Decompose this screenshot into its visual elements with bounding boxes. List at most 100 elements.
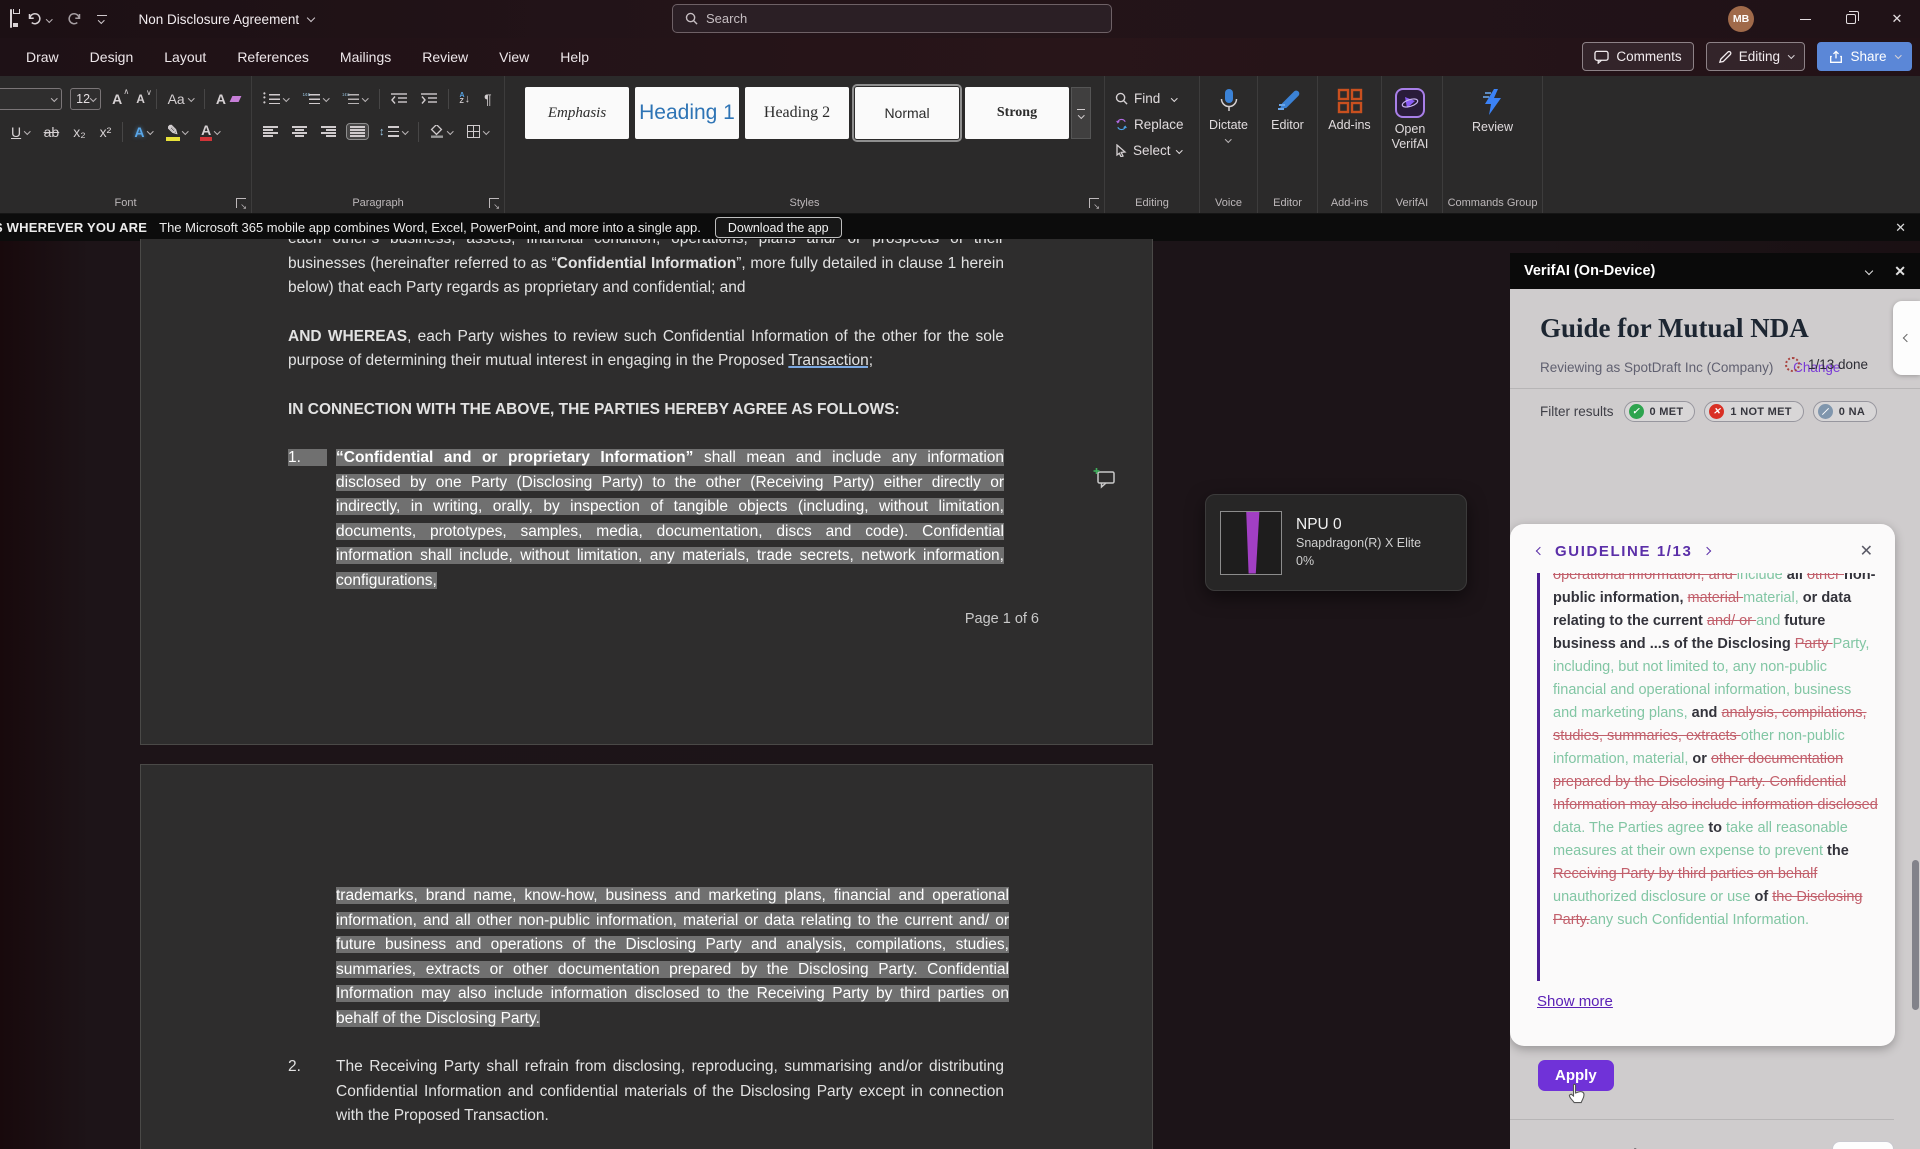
font-dialog-launcher[interactable] (236, 198, 246, 208)
filter-pill[interactable]: ✕1 NOT MET (1704, 401, 1803, 422)
ribbon-tab[interactable]: View (499, 49, 529, 65)
editing-mode-button[interactable]: Editing (1706, 42, 1806, 71)
show-more-link[interactable]: Show more (1537, 993, 1613, 1010)
redline-segment: include (1737, 573, 1787, 583)
ribbon-tab[interactable]: Help (560, 49, 589, 65)
add-comment-icon[interactable] (1093, 467, 1117, 489)
add-comment-button[interactable]: Add (1832, 1141, 1894, 1149)
avatar[interactable]: MB (1728, 6, 1754, 32)
review-command-button[interactable]: Review (1443, 85, 1542, 135)
filter-pills: ✓0 MET ✕1 NOT MET 0 NA (1624, 401, 1878, 422)
clear-formatting-button[interactable]: A (213, 90, 243, 108)
editor-pencil-icon (1275, 88, 1301, 114)
microphone-icon (1218, 88, 1240, 114)
ribbon-tab[interactable]: Layout (164, 49, 206, 65)
search-input[interactable]: Search (672, 4, 1112, 33)
paragraph-dialog-launcher[interactable] (489, 198, 499, 208)
undo-button[interactable] (26, 11, 52, 27)
save-icon[interactable] (10, 10, 12, 28)
grow-font-button[interactable]: A∧ (109, 90, 125, 108)
style-card[interactable]: Normal (855, 87, 959, 139)
align-right-icon (321, 126, 336, 137)
open-verifai-button[interactable]: Open VerifAI (1382, 85, 1438, 152)
previous-guideline-chevron[interactable] (1536, 547, 1544, 555)
comment-bubble-icon (1594, 50, 1609, 64)
change-case-button[interactable]: Aa (165, 90, 197, 108)
style-card[interactable]: Emphasis (525, 87, 629, 139)
ribbon-tab[interactable]: Review (422, 49, 468, 65)
document-title[interactable]: Non Disclosure Agreement (139, 12, 315, 27)
sort-button[interactable]: AZ↓ (457, 91, 474, 107)
close-button[interactable]: ✕ (1874, 0, 1920, 38)
strikethrough-button[interactable]: ab (41, 123, 63, 141)
text-effects-button[interactable]: A (131, 123, 156, 141)
redline-segment: all (1787, 573, 1807, 583)
superscript-button[interactable]: x² (97, 123, 115, 141)
guideline-close-icon[interactable]: ✕ (1860, 541, 1873, 561)
addins-grid-icon (1337, 88, 1363, 114)
ribbon-tab[interactable]: Mailings (340, 49, 391, 65)
styles-gallery-more-button[interactable] (1071, 87, 1091, 139)
addins-button[interactable]: Add-ins (1318, 85, 1381, 133)
find-button[interactable]: Find (1105, 85, 1199, 111)
font-size-combo[interactable]: 12 (70, 88, 101, 110)
align-center-button[interactable] (289, 124, 310, 139)
borders-button[interactable] (464, 123, 492, 140)
minimize-button[interactable] (1782, 0, 1828, 38)
decrease-indent-button[interactable] (388, 91, 410, 107)
increase-indent-button[interactable] (418, 91, 440, 107)
style-card[interactable]: Strong (965, 87, 1069, 139)
undo-icon (26, 11, 43, 27)
styles-dialog-launcher[interactable] (1089, 198, 1099, 208)
bullet-list-button[interactable] (260, 91, 292, 107)
comments-button[interactable]: Comments (1582, 42, 1693, 71)
align-right-button[interactable] (318, 124, 339, 139)
style-card[interactable]: Heading 1 (635, 87, 739, 139)
redo-button[interactable] (66, 11, 83, 27)
document-page-2[interactable]: trademarks, brand name, know-how, busine… (140, 764, 1153, 1149)
subscript-button[interactable]: x₂ (70, 123, 88, 141)
panel-expand-tab[interactable] (1893, 301, 1920, 375)
ribbon-tab[interactable]: References (237, 49, 309, 65)
highlight-color-button[interactable]: ✎ (164, 121, 190, 143)
download-app-button[interactable]: Download the app (715, 217, 842, 238)
share-button[interactable]: Share (1817, 42, 1912, 71)
dictate-button[interactable]: Dictate (1200, 85, 1257, 142)
ribbon-tab[interactable]: Design (90, 49, 134, 65)
replace-button[interactable]: Replace (1105, 111, 1199, 137)
guide-progress: 1/13 done (1785, 357, 1868, 372)
line-spacing-button[interactable]: ↕ (376, 124, 410, 140)
multilevel-list-button[interactable] (339, 91, 371, 107)
font-name-combo[interactable] (0, 88, 62, 110)
shrink-font-button[interactable]: A∨ (133, 91, 148, 107)
justify-button[interactable] (347, 124, 368, 139)
editor-button[interactable]: Editor (1258, 85, 1317, 133)
align-left-button[interactable] (260, 124, 281, 139)
maximize-button[interactable] (1828, 0, 1874, 38)
panel-collapse-chevron-icon[interactable] (1865, 267, 1873, 275)
style-card[interactable]: Heading 2 (745, 87, 849, 139)
filter-pill[interactable]: 0 NA (1813, 401, 1877, 422)
filter-pill[interactable]: ✓0 MET (1624, 401, 1696, 422)
panel-close-icon[interactable]: ✕ (1894, 263, 1906, 280)
banner-close-icon[interactable]: ✕ (1895, 220, 1906, 236)
style-card-label: Emphasis (548, 105, 606, 122)
npu-title: NPU 0 (1296, 516, 1421, 534)
ribbon-tab[interactable]: Draw (26, 49, 59, 65)
show-formatting-marks-button[interactable]: ¶ (481, 90, 495, 108)
panel-scrollbar-thumb[interactable] (1912, 860, 1919, 1010)
numbered-list-button[interactable] (300, 91, 332, 107)
customize-quick-access-icon[interactable] (97, 15, 107, 24)
document-page-1[interactable]: each other’s business, assets, financial… (140, 239, 1153, 745)
style-card-label: Normal (884, 105, 929, 121)
shading-button[interactable] (427, 123, 456, 140)
underline-button[interactable]: U (8, 123, 33, 141)
redline-segment: unauthorized disclosure or use (1553, 889, 1755, 905)
select-button[interactable]: Select (1105, 137, 1199, 163)
highlighter-icon: ✎ (167, 123, 179, 141)
dictate-chevron (1225, 136, 1231, 142)
font-color-button[interactable]: A (198, 121, 223, 143)
next-guideline-chevron[interactable] (1703, 547, 1711, 555)
ribbon-group-commands: Review Commands Group (1443, 76, 1543, 213)
redline-segment: Party (1795, 636, 1833, 652)
